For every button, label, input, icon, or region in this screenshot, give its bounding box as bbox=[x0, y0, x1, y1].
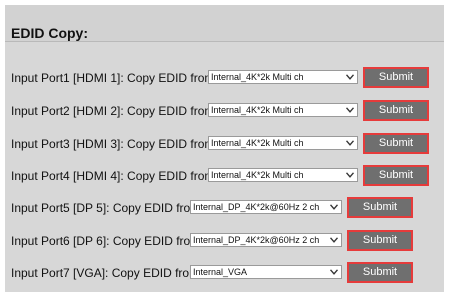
chevron-down-icon bbox=[330, 237, 338, 243]
edid-select-value: Internal_4K*2k Multi ch bbox=[211, 105, 304, 115]
chevron-down-icon bbox=[330, 204, 338, 210]
row-label: Input Port5 [DP 5]: Copy EDID from bbox=[11, 201, 201, 215]
edid-row-port1: Input Port1 [HDMI 1]: Copy EDID from Int… bbox=[11, 67, 441, 89]
row-label: Input Port3 [HDMI 3]: Copy EDID from bbox=[11, 137, 215, 151]
row-label: Input Port6 [DP 6]: Copy EDID from bbox=[11, 234, 201, 248]
edid-select-value: Internal_VGA bbox=[193, 267, 248, 277]
row-label: Input Port7 [VGA]: Copy EDID from bbox=[11, 266, 200, 280]
submit-button[interactable]: Submit bbox=[347, 230, 413, 251]
submit-button[interactable]: Submit bbox=[363, 165, 429, 186]
edid-select-value: Internal_4K*2k Multi ch bbox=[211, 170, 304, 180]
edid-select-value: Internal_DP_4K*2k@60Hz 2 ch bbox=[193, 235, 320, 245]
edid-select-value: Internal_4K*2k Multi ch bbox=[211, 138, 304, 148]
chevron-down-icon bbox=[330, 269, 338, 275]
row-label: Input Port1 [HDMI 1]: Copy EDID from bbox=[11, 71, 215, 85]
row-label: Input Port2 [HDMI 2]: Copy EDID from bbox=[11, 104, 215, 118]
edid-row-port4: Input Port4 [HDMI 4]: Copy EDID from Int… bbox=[11, 165, 441, 187]
submit-button[interactable]: Submit bbox=[363, 67, 429, 88]
chevron-down-icon bbox=[346, 172, 354, 178]
submit-button[interactable]: Submit bbox=[363, 100, 429, 121]
edid-row-port3: Input Port3 [HDMI 3]: Copy EDID from Int… bbox=[11, 133, 441, 155]
edid-source-select[interactable]: Internal_4K*2k Multi ch bbox=[208, 136, 358, 150]
submit-button[interactable]: Submit bbox=[347, 197, 413, 218]
edid-row-port7: Input Port7 [VGA]: Copy EDID from Intern… bbox=[11, 262, 441, 284]
edid-select-value: Internal_DP_4K*2k@60Hz 2 ch bbox=[193, 202, 320, 212]
edid-source-select[interactable]: Internal_4K*2k Multi ch bbox=[208, 168, 358, 182]
chevron-down-icon bbox=[346, 107, 354, 113]
edid-select-value: Internal_4K*2k Multi ch bbox=[211, 72, 304, 82]
panel-header: EDID Copy: bbox=[5, 5, 444, 42]
submit-button[interactable]: Submit bbox=[347, 262, 413, 283]
chevron-down-icon bbox=[346, 140, 354, 146]
panel-title: EDID Copy: bbox=[11, 25, 88, 41]
submit-button[interactable]: Submit bbox=[363, 133, 429, 154]
edid-row-port5: Input Port5 [DP 5]: Copy EDID from Inter… bbox=[11, 197, 441, 219]
edid-source-select[interactable]: Internal_DP_4K*2k@60Hz 2 ch bbox=[190, 200, 342, 214]
edid-source-select[interactable]: Internal_4K*2k Multi ch bbox=[208, 103, 358, 117]
edid-row-port2: Input Port2 [HDMI 2]: Copy EDID from Int… bbox=[11, 100, 441, 122]
edid-source-select[interactable]: Internal_DP_4K*2k@60Hz 2 ch bbox=[190, 233, 342, 247]
chevron-down-icon bbox=[346, 74, 354, 80]
edid-row-port6: Input Port6 [DP 6]: Copy EDID from Inter… bbox=[11, 230, 441, 252]
edid-copy-panel: EDID Copy: Input Port1 [HDMI 1]: Copy ED… bbox=[5, 5, 444, 292]
edid-source-select[interactable]: Internal_VGA bbox=[190, 265, 342, 279]
row-label: Input Port4 [HDMI 4]: Copy EDID from bbox=[11, 169, 215, 183]
edid-source-select[interactable]: Internal_4K*2k Multi ch bbox=[208, 70, 358, 84]
